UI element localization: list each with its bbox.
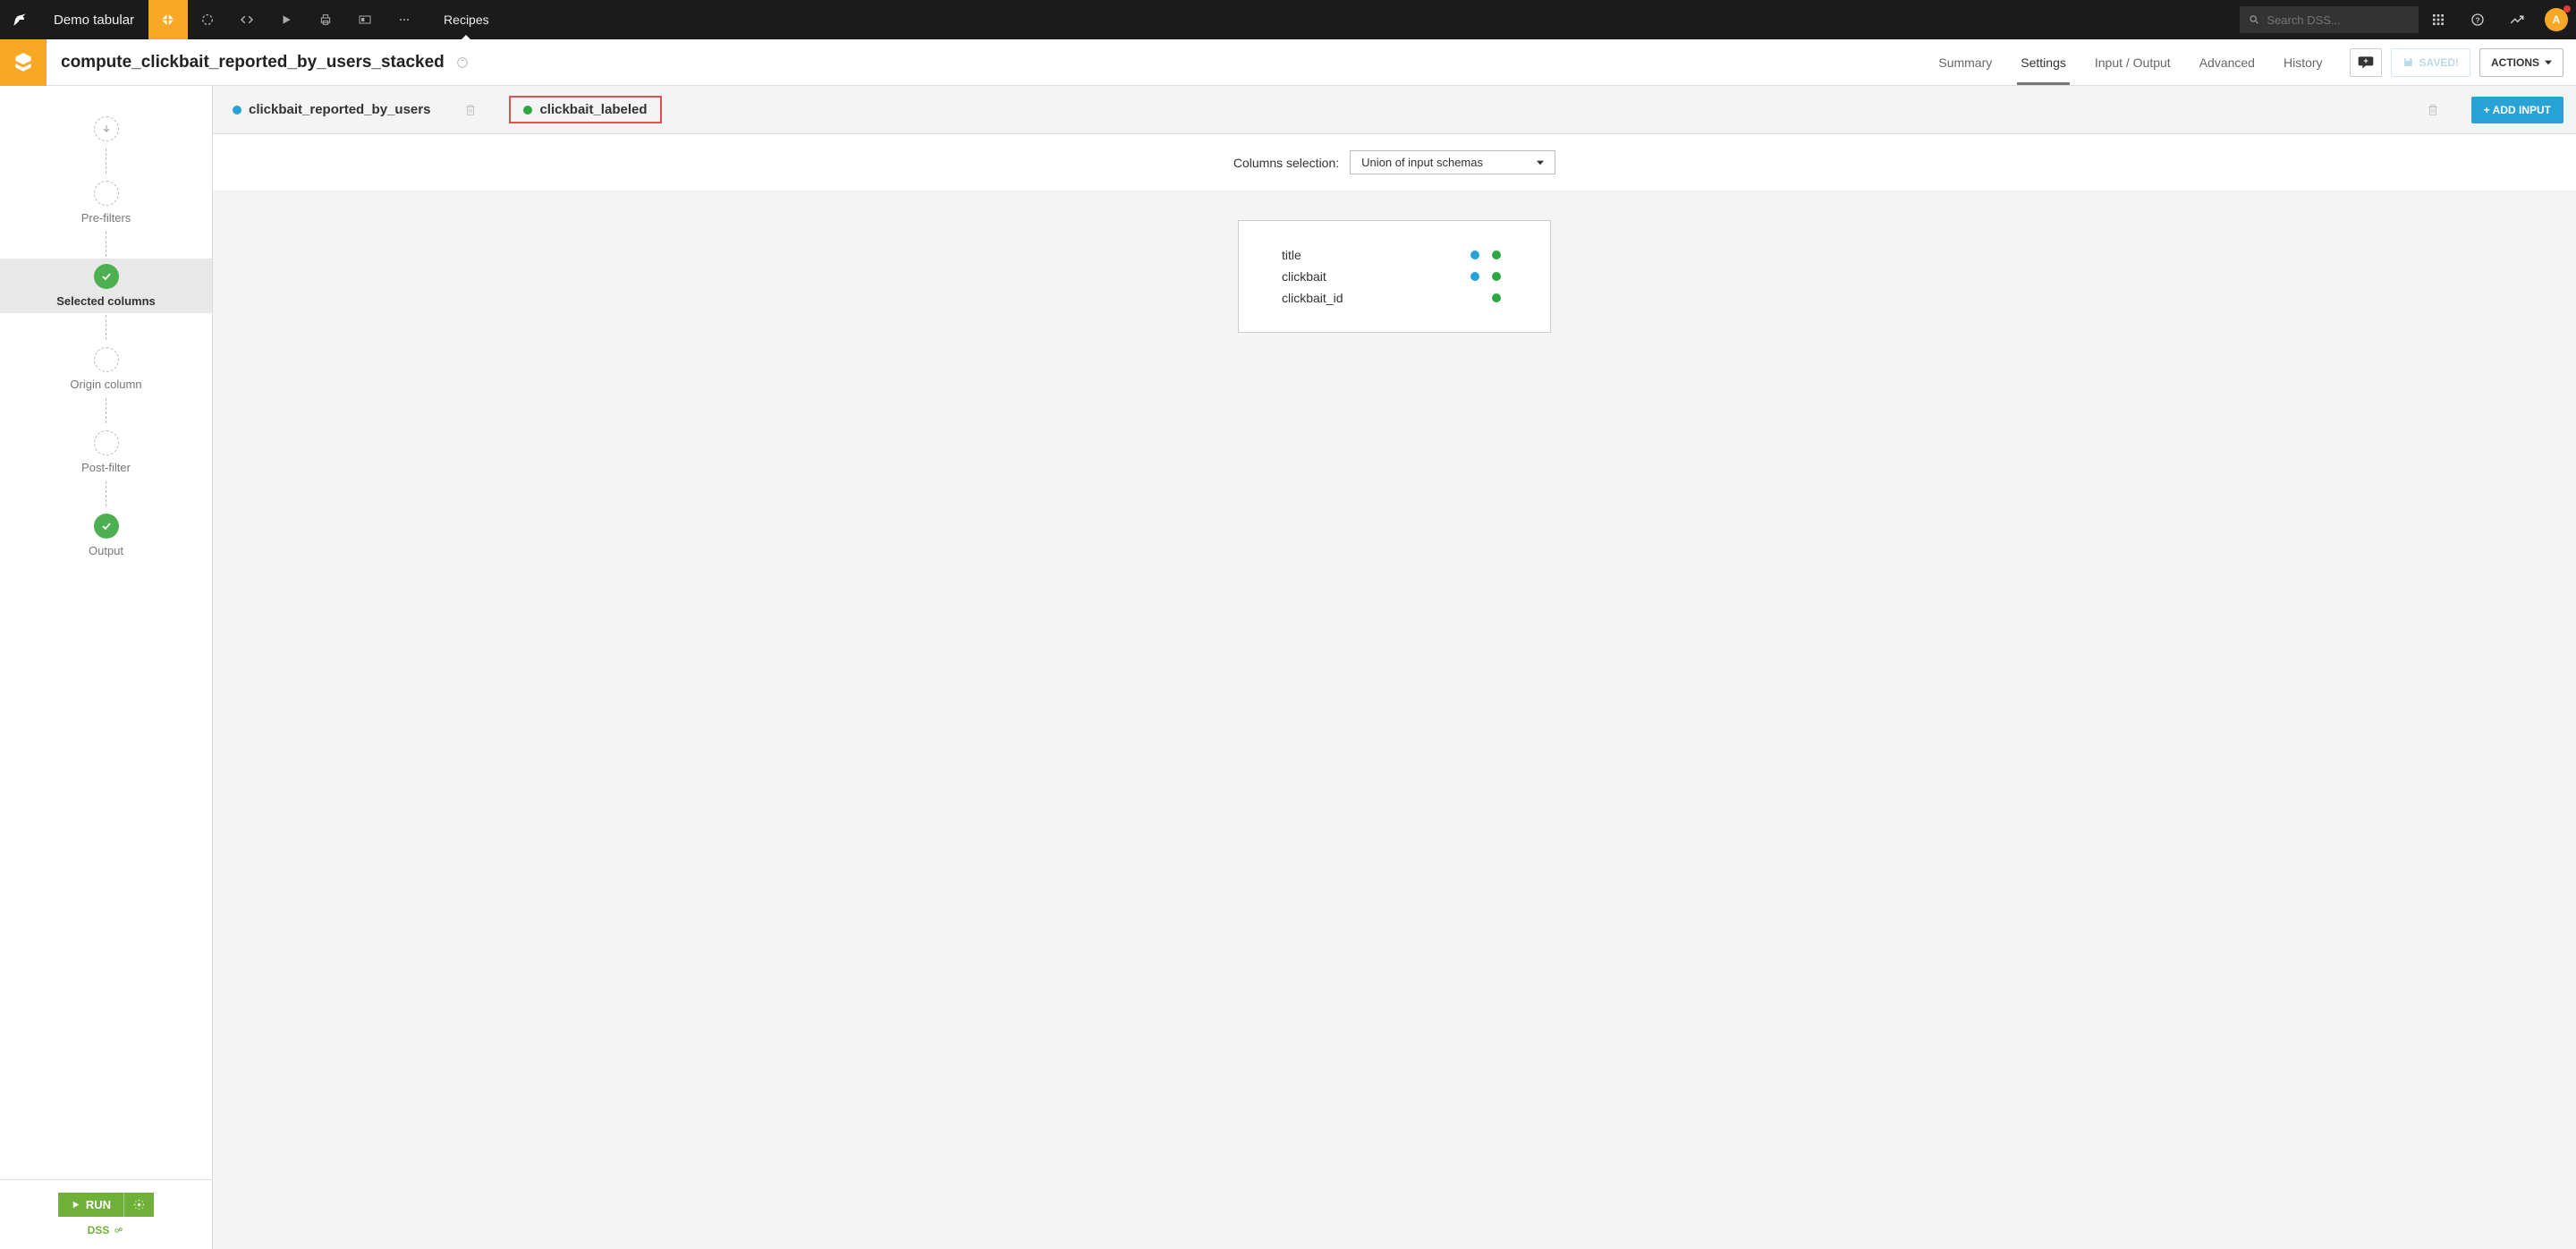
refresh-icon[interactable] bbox=[455, 55, 470, 70]
recipe-title: compute_clickbait_reported_by_users_stac… bbox=[47, 53, 445, 72]
column-name: clickbait bbox=[1282, 269, 1464, 284]
step-output-label: Output bbox=[89, 544, 123, 557]
discussion-icon[interactable]: + bbox=[2350, 48, 2382, 77]
run-label: RUN bbox=[86, 1198, 111, 1211]
tab-history[interactable]: History bbox=[2269, 39, 2337, 85]
card-icon[interactable] bbox=[345, 0, 385, 39]
svg-text:+: + bbox=[2363, 55, 2368, 64]
project-name[interactable]: Demo tabular bbox=[39, 13, 148, 28]
check-icon bbox=[100, 270, 113, 283]
dataset-1[interactable]: clickbait_reported_by_users bbox=[225, 98, 437, 121]
recipe-type-icon bbox=[0, 39, 47, 86]
code-icon[interactable] bbox=[227, 0, 267, 39]
search-icon bbox=[2249, 13, 2259, 26]
play-icon bbox=[71, 1200, 80, 1210]
column-row: title bbox=[1282, 244, 1507, 266]
avatar-letter: A bbox=[2553, 13, 2561, 26]
column-name: clickbait_id bbox=[1282, 291, 1464, 305]
apps-icon[interactable] bbox=[2419, 0, 2458, 39]
run-settings-button[interactable] bbox=[124, 1193, 154, 1217]
column-row: clickbait bbox=[1282, 266, 1507, 287]
col-presence-ds2 bbox=[1486, 251, 1507, 259]
avatar[interactable]: A bbox=[2537, 0, 2576, 39]
print-icon[interactable] bbox=[306, 0, 345, 39]
dataset-2[interactable]: clickbait_labeled bbox=[509, 96, 661, 123]
dataset-1-dot bbox=[233, 106, 242, 115]
column-name: title bbox=[1282, 248, 1464, 262]
step-origin-label: Origin column bbox=[70, 378, 141, 391]
step-selected-columns[interactable]: Selected columns bbox=[0, 259, 212, 313]
run-button[interactable]: RUN bbox=[58, 1193, 124, 1217]
col-presence-ds2 bbox=[1486, 293, 1507, 302]
circle-icon[interactable] bbox=[188, 0, 227, 39]
gears-icon bbox=[113, 1226, 124, 1236]
search-input[interactable] bbox=[2267, 13, 2410, 27]
engine-name: DSS bbox=[88, 1224, 110, 1236]
search-box[interactable] bbox=[2240, 6, 2419, 33]
saved-label: SAVED! bbox=[2419, 56, 2459, 69]
nav-tab-recipes[interactable]: Recipes bbox=[424, 0, 509, 39]
columns-selection-value: Union of input schemas bbox=[1361, 156, 1483, 169]
caret-down-icon bbox=[1537, 159, 1544, 166]
add-input-button[interactable]: + ADD INPUT bbox=[2471, 97, 2563, 123]
tab-input-output[interactable]: Input / Output bbox=[2080, 39, 2185, 85]
bird-logo[interactable] bbox=[0, 0, 39, 39]
tab-summary[interactable]: Summary bbox=[1924, 39, 2006, 85]
play-icon[interactable] bbox=[267, 0, 306, 39]
delete-dataset-1[interactable] bbox=[464, 103, 482, 117]
more-icon[interactable] bbox=[385, 0, 424, 39]
gear-icon bbox=[133, 1199, 145, 1211]
saved-button: SAVED! bbox=[2391, 48, 2470, 77]
dataset-1-name: clickbait_reported_by_users bbox=[249, 102, 430, 117]
step-prefilters-label: Pre-filters bbox=[81, 211, 131, 225]
check-icon bbox=[100, 520, 113, 532]
engine-label[interactable]: DSS bbox=[88, 1224, 125, 1236]
help-icon[interactable]: ? bbox=[2458, 0, 2497, 39]
col-presence-ds1 bbox=[1464, 251, 1486, 259]
step-postfilter[interactable]: Post-filter bbox=[0, 425, 212, 480]
activity-icon[interactable] bbox=[2497, 0, 2537, 39]
step-selected-label: Selected columns bbox=[56, 294, 156, 308]
step-output[interactable]: Output bbox=[0, 508, 212, 563]
tab-settings[interactable]: Settings bbox=[2006, 39, 2080, 85]
col-presence-ds2 bbox=[1486, 272, 1507, 281]
notification-dot bbox=[2563, 5, 2571, 13]
caret-down-icon bbox=[2545, 59, 2552, 66]
dataset-2-dot bbox=[523, 106, 532, 115]
step-postfilter-label: Post-filter bbox=[81, 461, 131, 474]
col-presence-ds1 bbox=[1464, 272, 1486, 281]
step-origin[interactable]: Origin column bbox=[0, 342, 212, 396]
column-row: clickbait_id bbox=[1282, 287, 1507, 309]
actions-button[interactable]: ACTIONS bbox=[2479, 48, 2563, 77]
step-input[interactable] bbox=[0, 111, 212, 147]
columns-grid: title clickbait clickbait_id bbox=[1238, 220, 1551, 333]
svg-text:?: ? bbox=[2475, 15, 2479, 24]
step-prefilters[interactable]: Pre-filters bbox=[0, 175, 212, 230]
actions-label: ACTIONS bbox=[2491, 56, 2539, 69]
delete-dataset-2[interactable] bbox=[2427, 103, 2445, 117]
save-icon bbox=[2402, 56, 2414, 68]
columns-selection-dropdown[interactable]: Union of input schemas bbox=[1350, 150, 1555, 174]
columns-selection-label: Columns selection: bbox=[1233, 156, 1339, 170]
dataset-2-name: clickbait_labeled bbox=[539, 102, 647, 117]
arrow-down-icon bbox=[102, 124, 111, 133]
flow-icon[interactable] bbox=[148, 0, 188, 39]
tab-advanced[interactable]: Advanced bbox=[2185, 39, 2269, 85]
